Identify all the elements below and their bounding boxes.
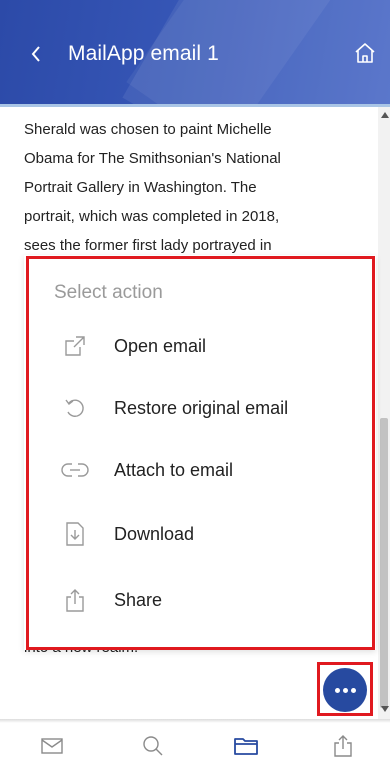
scroll-down-arrow-icon[interactable]	[381, 706, 389, 712]
back-button[interactable]	[26, 42, 46, 66]
email-body-line: Obama for The Smithsonian's National	[24, 150, 281, 167]
bottom-tab-bar	[0, 723, 390, 769]
more-actions-button[interactable]	[323, 668, 367, 712]
tab-folder[interactable]	[233, 733, 259, 759]
email-body-line: portrait, which was completed in 2018,	[24, 208, 280, 225]
download-icon	[58, 517, 92, 551]
action-sheet-title: Select action	[54, 282, 163, 303]
share-action[interactable]: Share	[40, 578, 360, 622]
attach-to-email-action[interactable]: Attach to email	[40, 448, 360, 492]
open-email-action[interactable]: Open email	[40, 324, 360, 368]
mail-icon	[41, 738, 63, 754]
email-body-line: Portrait Gallery in Washington. The	[24, 179, 257, 196]
action-label: Restore original email	[114, 397, 289, 418]
page-title: MailApp email 1	[68, 42, 219, 65]
share-icon	[58, 583, 92, 617]
app-header: MailApp email 1	[0, 0, 390, 104]
more-icon	[334, 687, 340, 693]
restore-original-action[interactable]: Restore original email	[40, 386, 360, 430]
tab-search[interactable]	[140, 733, 166, 759]
action-label: Share	[114, 589, 163, 610]
search-icon	[143, 736, 163, 756]
email-body: Sherald was chosen to paint Michelle Oba…	[24, 115, 368, 260]
home-button[interactable]	[352, 40, 378, 66]
scroll-up-arrow-icon[interactable]	[381, 112, 389, 118]
email-body-line: Sherald was chosen to paint Michelle	[24, 121, 272, 138]
restore-icon	[58, 391, 92, 425]
open-external-icon	[58, 329, 92, 363]
action-label: Download	[114, 523, 195, 544]
action-label: Attach to email	[114, 459, 234, 480]
more-icon-dot	[342, 687, 348, 693]
download-action[interactable]: Download	[40, 512, 360, 556]
folder-icon	[234, 738, 258, 755]
scrollbar-thumb[interactable]	[380, 418, 388, 708]
tab-share[interactable]	[330, 733, 356, 759]
home-icon	[355, 43, 375, 63]
attach-link-icon	[58, 453, 92, 487]
chevron-left-icon	[31, 46, 40, 62]
share-icon	[334, 735, 352, 757]
more-icon-dot	[350, 687, 356, 693]
action-label: Open email	[114, 335, 207, 356]
tab-mail[interactable]	[39, 733, 65, 759]
